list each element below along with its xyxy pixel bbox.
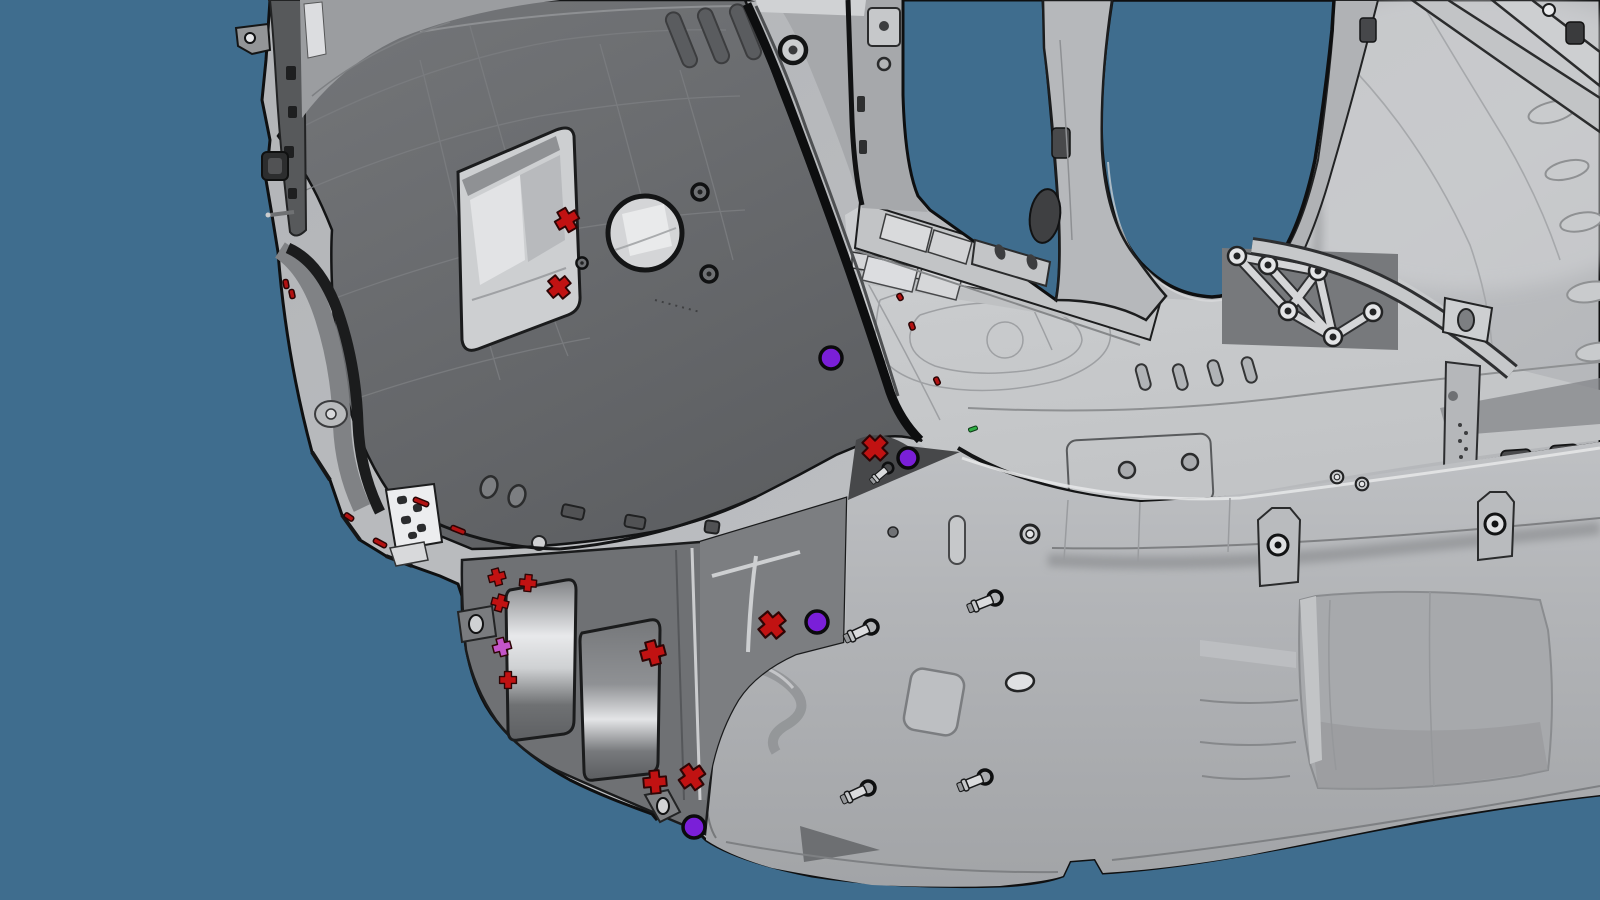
grommet-ring-icon[interactable]	[780, 37, 806, 63]
purple-weld-point-icon[interactable]	[820, 347, 842, 369]
bolt-ring-icon[interactable]	[1021, 525, 1039, 543]
target-ring-icon[interactable]	[1268, 535, 1288, 555]
weld-x-red-icon[interactable]	[758, 611, 787, 640]
target-ring-icon[interactable]	[1485, 514, 1505, 534]
weld-x-red-icon[interactable]	[862, 435, 887, 460]
weld-edge-mark-icon[interactable]	[283, 279, 289, 289]
bumper-pocket	[1299, 592, 1552, 789]
panelbolt-ring-icon[interactable]	[576, 257, 587, 268]
quarter-round-hole	[608, 196, 682, 270]
weld-x-red-icon[interactable]	[547, 275, 572, 300]
purple-weld-point-icon[interactable]	[683, 816, 705, 838]
purple-weld-point-icon[interactable]	[806, 611, 828, 633]
purple-weld-point-icon[interactable]	[898, 448, 918, 468]
panelbolt-ring-icon[interactable]	[692, 184, 708, 200]
panelbolt-ring-icon[interactable]	[701, 266, 717, 282]
model-scene[interactable]	[0, 0, 1600, 900]
bolt-ring-icon[interactable]	[1331, 471, 1344, 484]
weld-edge-mark-icon[interactable]	[289, 289, 296, 299]
cad-viewport[interactable]	[0, 0, 1600, 900]
bolt-ring-icon[interactable]	[1356, 478, 1369, 491]
